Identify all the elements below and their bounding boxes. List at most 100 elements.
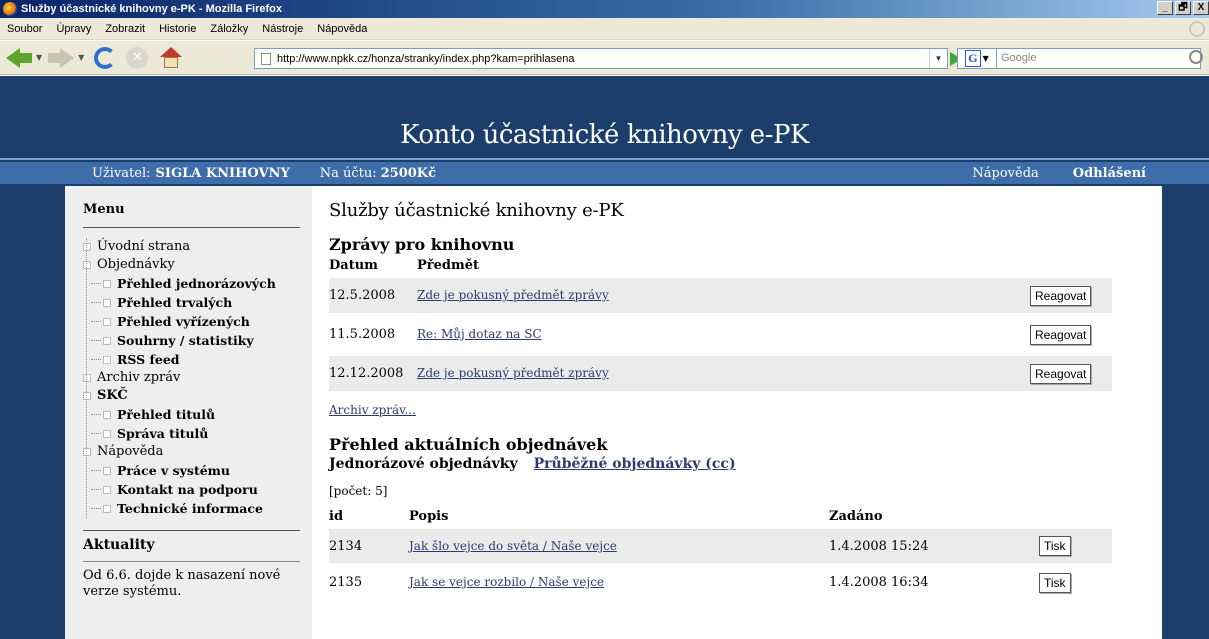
news-title: Aktuality (83, 531, 300, 562)
page-title: Služby účastnické knihovny e-PK (329, 200, 624, 221)
search-bar: G ▼ Google (957, 48, 1203, 69)
firefox-icon (3, 2, 17, 16)
message-row: 12.12.2008 Zde je pokusný předmět zprávy… (329, 352, 1112, 395)
logout-link[interactable]: Odhlášení (1073, 166, 1146, 181)
account-label: Na účtu: (319, 165, 377, 181)
message-subject-link[interactable]: Zde je pokusný předmět zprávy (417, 288, 609, 302)
order-row: 2135 Jak se vejce rozbilo / Naše vejce 1… (329, 564, 1112, 600)
menu-bar: Soubor Úpravy Zobrazit Historie Záložky … (0, 18, 1209, 40)
order-description-link[interactable]: Jak šlo vejce do světa / Naše vejce (409, 539, 617, 553)
sidebar: Menu Úvodní strana Objednávky Přehled je… (65, 186, 312, 639)
sidebar-item-archive[interactable]: Archiv zpráv (83, 369, 300, 387)
tab-continuous-orders[interactable]: Průběžné objednávky (cc) (534, 456, 736, 472)
column-header-subject: Předmět (417, 257, 480, 273)
user-label: Uživatel: (92, 165, 151, 181)
sidebar-item-title-overview[interactable]: Přehled titulů (83, 405, 300, 424)
column-header-id: id (329, 509, 344, 524)
chevron-down-icon[interactable]: ▼ (78, 53, 84, 62)
message-subject-link[interactable]: Zde je pokusný předmět zprávy (417, 366, 609, 380)
message-row: 12.5.2008 Zde je pokusný předmět zprávy … (329, 274, 1112, 317)
window-controls: _ 🗗 X (1157, 1, 1209, 15)
sidebar-item-orders[interactable]: Objednávky (83, 256, 300, 274)
sidebar-item-completed-orders[interactable]: Přehled vyřízených (83, 312, 300, 331)
message-date: 12.5.2008 (329, 274, 417, 317)
message-row: 11.5.2008 Re: Můj dotaz na SC Reagovat (329, 315, 1112, 354)
order-tabs: Jednorázové objednávky Průběžné objednáv… (329, 456, 1154, 472)
menu-bookmarks[interactable]: Záložky (203, 23, 255, 35)
account-balance: 2500Kč (380, 165, 437, 181)
help-link[interactable]: Nápověda (972, 166, 1038, 181)
stop-icon[interactable]: ✕ (126, 46, 149, 69)
google-icon: G (965, 50, 981, 67)
tab-single-orders[interactable]: Jednorázové objednávky (329, 456, 518, 472)
navigation-toolbar: ▼ ▼ ✕ http://www.npkk.cz/honza/stranky/i… (0, 41, 1209, 75)
sidebar-item-system-work[interactable]: Práce v systému (83, 461, 300, 480)
order-id: 2135 (329, 575, 363, 590)
order-created: 1.4.2008 16:34 (829, 575, 929, 590)
window-titlebar: Služby účastnické knihovny e-PK - Mozill… (0, 0, 1209, 18)
message-archive-link[interactable]: Archiv zpráv... (329, 403, 416, 417)
news-text: Od 6.6. dojde k nasazení nové verze syst… (83, 568, 281, 599)
sidebar-item-permanent-orders[interactable]: Přehled trvalých (83, 293, 300, 312)
sidebar-item-support[interactable]: Kontakt na podporu (83, 480, 300, 499)
close-button[interactable]: X (1193, 1, 1209, 15)
sidebar-item-single-orders[interactable]: Přehled jednorázových (83, 274, 300, 293)
orders-heading: Přehled aktuálních objednávek (329, 435, 608, 454)
message-subject-link[interactable]: Re: Můj dotaz na SC (417, 327, 542, 341)
minimize-button[interactable]: _ (1157, 1, 1173, 15)
messages-table: Datum Předmět 12.5.2008 Zde je pokusný p… (329, 256, 1112, 395)
menu-tools[interactable]: Nástroje (255, 23, 310, 35)
back-button[interactable]: ▼ (6, 47, 42, 68)
order-created: 1.4.2008 15:24 (829, 527, 1039, 565)
order-description-link[interactable]: Jak se vejce rozbilo / Naše vejce (409, 575, 604, 589)
sidebar-item-tech-info[interactable]: Technické informace (83, 499, 300, 518)
sidebar-item-statistics[interactable]: Souhrny / statistiky (83, 331, 300, 350)
reply-button[interactable]: Reagovat (1030, 363, 1092, 384)
column-header-created: Zadáno (829, 509, 883, 524)
menu-help[interactable]: Nápověda (310, 23, 374, 35)
menu-edit[interactable]: Úpravy (49, 23, 98, 35)
page-icon (261, 52, 271, 65)
sidebar-item-help[interactable]: Nápověda (83, 443, 300, 461)
forward-button[interactable]: ▼ (48, 47, 84, 68)
menu-view[interactable]: Zobrazit (98, 23, 152, 35)
home-icon[interactable] (160, 46, 183, 69)
content-area: Menu Úvodní strana Objednávky Přehled je… (65, 186, 1162, 639)
back-arrow-icon (6, 47, 20, 68)
sidebar-item-skc[interactable]: SKČ (83, 387, 300, 405)
site-title: Konto účastnické knihovny e-PK (400, 120, 809, 150)
url-dropdown-icon[interactable]: ▼ (929, 49, 947, 68)
print-button[interactable]: Tisk (1039, 536, 1071, 556)
message-date: 12.12.2008 (329, 352, 417, 395)
orders-table: id Popis Zadáno 2134 Jak šlo vejce do sv… (329, 506, 1112, 600)
messages-heading: Zprávy pro knihovnu (329, 235, 515, 254)
menu-file[interactable]: Soubor (0, 23, 49, 35)
reload-icon[interactable] (94, 46, 117, 69)
search-engine-selector[interactable]: G ▼ (957, 48, 997, 69)
print-button[interactable]: Tisk (1039, 572, 1071, 593)
order-count: [počet: 5] (329, 484, 388, 498)
restore-button[interactable]: 🗗 (1175, 1, 1191, 15)
order-id: 2134 (329, 527, 409, 565)
chevron-down-icon[interactable]: ▼ (36, 53, 42, 62)
menu-tree: Úvodní strana Objednávky Přehled jednorá… (83, 238, 300, 518)
throbber-icon (1189, 21, 1205, 37)
sidebar-item-rss[interactable]: RSS feed (83, 350, 300, 369)
menu-history[interactable]: Historie (152, 23, 203, 35)
user-bar: Uživatel: SIGLA KNIHOVNY Na účtu: 2500Kč… (0, 162, 1209, 184)
address-bar[interactable]: http://www.npkk.cz/honza/stranky/index.p… (254, 48, 948, 69)
search-input[interactable]: Google (997, 48, 1201, 69)
sidebar-item-home[interactable]: Úvodní strana (83, 238, 300, 256)
message-date: 11.5.2008 (329, 315, 417, 354)
menu-title: Menu (83, 196, 300, 228)
window-title: Služby účastnické knihovny e-PK - Mozill… (21, 3, 283, 15)
reply-button[interactable]: Reagovat (1030, 324, 1092, 345)
column-header-description: Popis (409, 509, 449, 524)
main-content: Služby účastnické knihovny e-PK Zprávy p… (312, 186, 1162, 639)
search-icon[interactable] (1189, 50, 1203, 64)
user-name: SIGLA KNIHOVNY (155, 165, 290, 181)
web-page: Konto účastnické knihovny e-PK Uživatel:… (0, 76, 1209, 639)
reply-button[interactable]: Reagovat (1030, 285, 1092, 306)
url-input[interactable]: http://www.npkk.cz/honza/stranky/index.p… (277, 53, 929, 65)
sidebar-item-title-management[interactable]: Správa titulů (83, 424, 300, 443)
